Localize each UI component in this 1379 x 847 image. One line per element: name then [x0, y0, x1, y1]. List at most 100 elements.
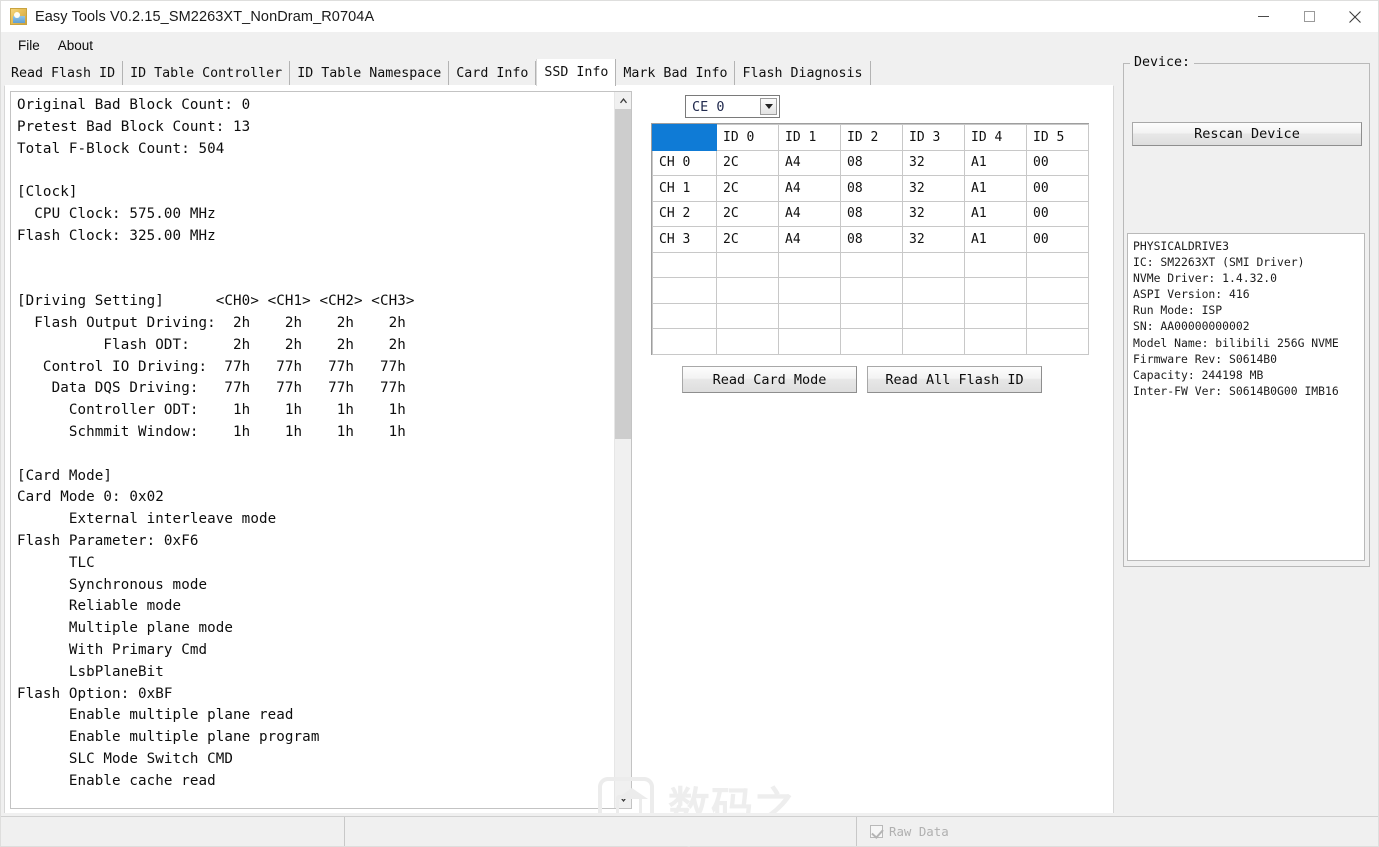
cell[interactable]: 2C: [716, 226, 779, 253]
flash-id-table: ID 0 ID 1 ID 2 ID 3 ID 4 ID 5 CH 0 2C A4…: [652, 124, 1089, 355]
cell[interactable]: 00: [1026, 200, 1089, 227]
cell[interactable]: [716, 328, 779, 355]
cell[interactable]: [964, 277, 1027, 304]
tab-card-info[interactable]: Card Info: [449, 61, 537, 86]
cell[interactable]: A1: [964, 175, 1027, 202]
cell[interactable]: 32: [902, 200, 965, 227]
cell[interactable]: A1: [964, 226, 1027, 253]
grid-corner-cell[interactable]: [652, 124, 717, 151]
cell[interactable]: [902, 251, 965, 278]
cell[interactable]: A4: [778, 200, 841, 227]
ce-select[interactable]: CE 0: [685, 95, 780, 118]
table-row[interactable]: [652, 302, 1089, 329]
menu-item-file[interactable]: File: [9, 36, 49, 55]
status-pane-1: [1, 817, 345, 846]
cell[interactable]: A4: [778, 175, 841, 202]
column-header-id1: ID 1: [778, 124, 841, 151]
cell[interactable]: 08: [840, 175, 903, 202]
table-row[interactable]: CH 1 2C A4 08 32 A1 00: [652, 175, 1089, 202]
row-header: [652, 328, 717, 355]
table-header-row: ID 0 ID 1 ID 2 ID 3 ID 4 ID 5: [652, 124, 1089, 151]
cell[interactable]: 00: [1026, 226, 1089, 253]
cell[interactable]: [902, 302, 965, 329]
status-bar: Raw Data: [1, 816, 1378, 846]
ssd-info-log-text: Original Bad Block Count: 0 Pretest Bad …: [17, 97, 415, 789]
checkbox-icon[interactable]: [870, 825, 883, 838]
cell[interactable]: 2C: [716, 200, 779, 227]
scroll-up-icon[interactable]: [615, 92, 631, 109]
device-info-panel[interactable]: PHYSICALDRIVE3 IC: SM2263XT (SMI Driver)…: [1127, 233, 1365, 561]
chevron-down-icon[interactable]: [760, 98, 777, 115]
menu-item-about[interactable]: About: [49, 36, 102, 55]
tab-id-table-namespace[interactable]: ID Table Namespace: [290, 61, 450, 86]
cell[interactable]: 00: [1026, 175, 1089, 202]
cell[interactable]: 00: [1026, 149, 1089, 176]
read-all-flash-id-button[interactable]: Read All Flash ID: [867, 366, 1042, 393]
status-pane-2: [345, 817, 857, 846]
cell[interactable]: [778, 328, 841, 355]
app-icon: [10, 8, 27, 25]
cell[interactable]: 08: [840, 226, 903, 253]
row-header: [652, 302, 717, 329]
cell[interactable]: 08: [840, 200, 903, 227]
cell[interactable]: [964, 328, 1027, 355]
maximize-icon[interactable]: [1286, 1, 1332, 32]
tab-read-flash-id[interactable]: Read Flash ID: [4, 61, 124, 86]
scroll-down-icon[interactable]: [615, 791, 631, 808]
table-row[interactable]: [652, 277, 1089, 304]
row-header: CH 3: [652, 226, 717, 253]
cell[interactable]: [840, 251, 903, 278]
device-info-text: PHYSICALDRIVE3 IC: SM2263XT (SMI Driver)…: [1133, 239, 1339, 398]
cell[interactable]: 32: [902, 226, 965, 253]
flash-id-grid[interactable]: ID 0 ID 1 ID 2 ID 3 ID 4 ID 5 CH 0 2C A4…: [651, 123, 1089, 355]
cell[interactable]: [1026, 302, 1089, 329]
tab-id-table-controller[interactable]: ID Table Controller: [123, 61, 291, 86]
cell[interactable]: [902, 328, 965, 355]
column-header-id5: ID 5: [1026, 124, 1089, 151]
cell[interactable]: 32: [902, 175, 965, 202]
rescan-device-button[interactable]: Rescan Device: [1132, 122, 1362, 146]
tab-ssd-info[interactable]: SSD Info: [536, 59, 617, 86]
cell[interactable]: [840, 277, 903, 304]
ssd-info-log-panel[interactable]: Original Bad Block Count: 0 Pretest Bad …: [10, 91, 632, 809]
close-icon[interactable]: [1332, 1, 1378, 32]
cell[interactable]: [964, 251, 1027, 278]
cell[interactable]: A1: [964, 200, 1027, 227]
table-row[interactable]: [652, 251, 1089, 278]
cell[interactable]: [778, 251, 841, 278]
cell[interactable]: A1: [964, 149, 1027, 176]
cell[interactable]: [1026, 328, 1089, 355]
raw-data-checkbox[interactable]: Raw Data: [870, 824, 949, 839]
table-row[interactable]: CH 3 2C A4 08 32 A1 00: [652, 226, 1089, 253]
cell[interactable]: [716, 302, 779, 329]
minimize-icon[interactable]: [1240, 1, 1286, 32]
log-scrollbar[interactable]: [614, 92, 631, 808]
cell[interactable]: [964, 302, 1027, 329]
cell[interactable]: 2C: [716, 175, 779, 202]
cell[interactable]: [840, 302, 903, 329]
table-row[interactable]: CH 0 2C A4 08 32 A1 00: [652, 149, 1089, 176]
row-header: CH 1: [652, 175, 717, 202]
read-card-mode-button[interactable]: Read Card Mode: [682, 366, 857, 393]
cell[interactable]: 32: [902, 149, 965, 176]
cell[interactable]: [840, 328, 903, 355]
cell[interactable]: A4: [778, 149, 841, 176]
cell[interactable]: [778, 277, 841, 304]
tab-mark-bad-info[interactable]: Mark Bad Info: [616, 61, 736, 86]
table-row[interactable]: [652, 328, 1089, 355]
cell[interactable]: [1026, 277, 1089, 304]
cell[interactable]: [716, 251, 779, 278]
cell[interactable]: [1026, 251, 1089, 278]
cell[interactable]: [778, 302, 841, 329]
cell[interactable]: [716, 277, 779, 304]
application-window: Easy Tools V0.2.15_SM2263XT_NonDram_R070…: [0, 0, 1379, 847]
cell[interactable]: [902, 277, 965, 304]
tab-strip: Read Flash ID ID Table Controller ID Tab…: [4, 59, 1114, 86]
cell[interactable]: 2C: [716, 149, 779, 176]
table-row[interactable]: CH 2 2C A4 08 32 A1 00: [652, 200, 1089, 227]
column-header-id2: ID 2: [840, 124, 903, 151]
scroll-thumb[interactable]: [615, 109, 631, 439]
cell[interactable]: A4: [778, 226, 841, 253]
tab-flash-diagnosis[interactable]: Flash Diagnosis: [735, 61, 871, 86]
cell[interactable]: 08: [840, 149, 903, 176]
